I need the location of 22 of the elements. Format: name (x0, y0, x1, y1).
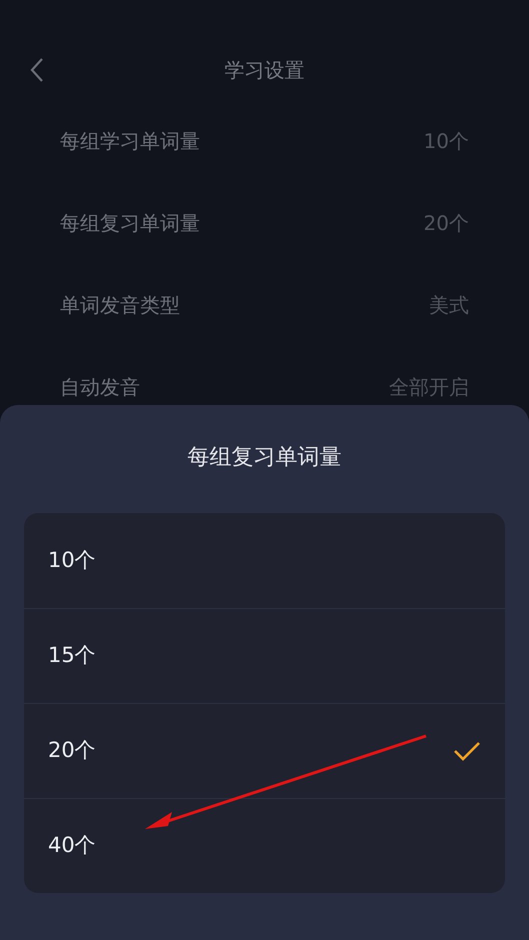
setting-value: 20个 (424, 210, 469, 237)
setting-row[interactable]: 每组学习单词量 10个 (0, 100, 529, 182)
setting-label: 每组学习单词量 (60, 128, 200, 155)
setting-label: 自动发音 (60, 374, 140, 401)
page-title: 学习设置 (224, 57, 304, 84)
option-label: 10个 (48, 546, 96, 574)
option-row[interactable]: 10个 (24, 513, 505, 608)
sheet-title: 每组复习单词量 (188, 444, 342, 472)
setting-value: 10个 (424, 128, 469, 155)
back-icon[interactable] (30, 57, 44, 83)
setting-label: 单词发音类型 (60, 292, 180, 319)
option-row[interactable]: 15个 (24, 608, 505, 703)
option-label: 15个 (48, 642, 96, 670)
option-label: 40个 (48, 832, 96, 860)
setting-row[interactable]: 每组复习单词量 20个 (0, 182, 529, 264)
setting-value: 美式 (429, 292, 469, 319)
option-label: 20个 (48, 737, 96, 764)
setting-value: 全部开启 (389, 374, 469, 401)
setting-row[interactable]: 单词发音类型 美式 (0, 264, 529, 346)
option-row[interactable]: 20个 (24, 703, 505, 798)
setting-row[interactable]: 自动发音 全部开启 (0, 346, 529, 405)
setting-label: 每组复习单词量 (60, 210, 200, 237)
